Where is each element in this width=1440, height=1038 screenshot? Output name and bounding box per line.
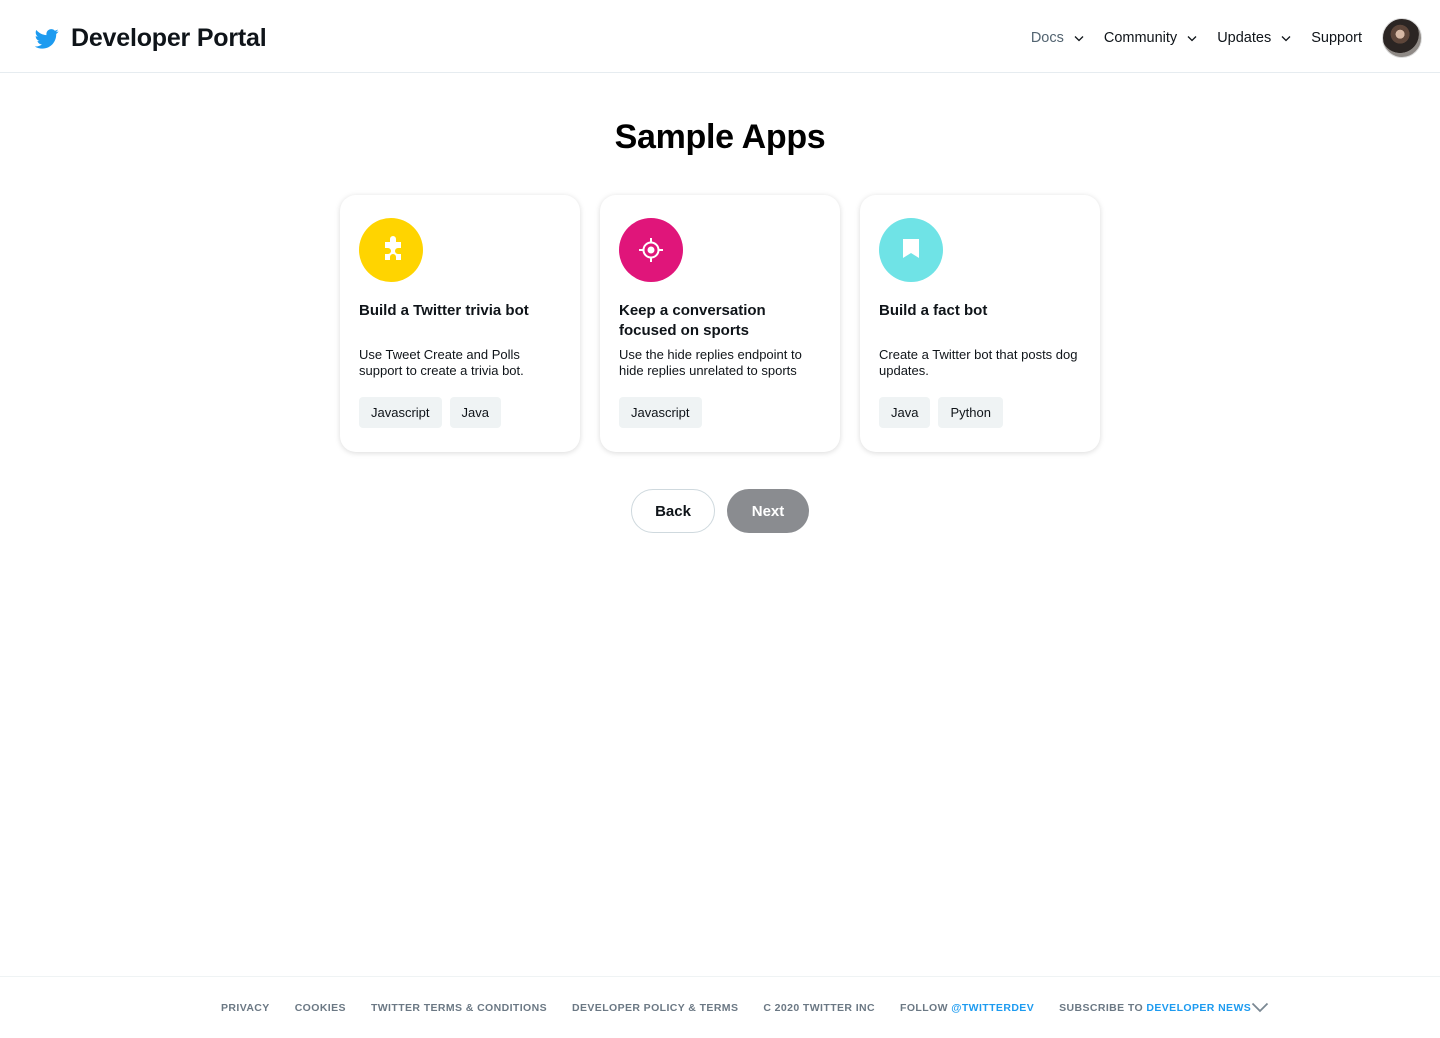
brand[interactable]: Developer Portal (35, 24, 267, 53)
nav-updates-label: Updates (1217, 30, 1272, 46)
page-title: Sample Apps (614, 118, 826, 156)
puzzle-piece-icon (359, 218, 423, 282)
nav-support[interactable]: Support (1311, 30, 1362, 46)
footer-link-privacy[interactable]: PRIVACY (221, 1002, 270, 1014)
footer-follow-handle: @TWITTERDEV (951, 1002, 1035, 1014)
chevron-down-icon (1187, 35, 1197, 41)
tag-java[interactable]: Java (879, 397, 931, 428)
twitter-bird-icon (35, 28, 59, 49)
footer-follow-label: FOLLOW (900, 1002, 952, 1014)
card-tags: Javascript (619, 397, 710, 428)
nav-updates[interactable]: Updates (1217, 30, 1291, 46)
user-avatar[interactable] (1382, 18, 1422, 58)
nav-community[interactable]: Community (1104, 30, 1197, 46)
chevron-down-icon (1074, 35, 1084, 41)
footer-copyright: C 2020 TWITTER INC (763, 1002, 875, 1014)
footer: PRIVACY COOKIES TWITTER TERMS & CONDITIO… (0, 976, 1440, 1038)
back-button[interactable]: Back (631, 489, 715, 533)
tag-javascript[interactable]: Javascript (619, 397, 702, 428)
footer-subscribe-label: SUBSCRIBE TO (1059, 1002, 1147, 1014)
footer-link-subscribe[interactable]: SUBSCRIBE TO DEVELOPER NEWS (1059, 1002, 1251, 1014)
footer-subscribe-target: DEVELOPER NEWS (1146, 1002, 1252, 1014)
card-tags: Javascript Java (359, 397, 509, 428)
tag-python[interactable]: Python (938, 397, 1003, 428)
sample-app-card-fact-bot[interactable]: Build a fact bot Create a Twitter bot th… (860, 195, 1100, 452)
nav-support-label: Support (1311, 30, 1362, 46)
card-description: Use Tweet Create and Polls support to cr… (359, 347, 524, 378)
top-nav: Docs Community Updates Support (1031, 18, 1422, 58)
sample-app-card-sports-conversation[interactable]: Keep a conversation focused on sports Us… (600, 195, 840, 452)
brand-title: Developer Portal (71, 24, 267, 52)
target-icon (619, 218, 683, 282)
card-title: Build a Twitter trivia bot (359, 302, 529, 319)
card-title: Keep a conversation focused on sports (619, 302, 766, 339)
nav-community-label: Community (1103, 30, 1178, 46)
footer-link-terms[interactable]: TWITTER TERMS & CONDITIONS (371, 1002, 547, 1014)
next-button[interactable]: Next (727, 489, 809, 533)
chevron-down-icon[interactable] (1251, 1002, 1269, 1013)
footer-link-cookies[interactable]: COOKIES (295, 1002, 346, 1014)
footer-link-developer-policy[interactable]: DEVELOPER POLICY & TERMS (572, 1002, 738, 1014)
tag-java[interactable]: Java (449, 397, 501, 428)
sample-app-cards: Build a Twitter trivia bot Use Tweet Cre… (340, 195, 1100, 452)
wizard-buttons: Back Next (631, 489, 809, 533)
tag-javascript[interactable]: Javascript (359, 397, 442, 428)
nav-docs-label: Docs (1030, 30, 1064, 46)
bookmark-icon (879, 218, 943, 282)
card-title: Build a fact bot (879, 302, 988, 319)
card-tags: Java Python (879, 397, 1011, 428)
nav-docs[interactable]: Docs (1031, 30, 1084, 46)
card-description: Create a Twitter bot that posts dog upda… (879, 347, 1078, 378)
top-header: Developer Portal Docs Community Updates … (0, 0, 1440, 73)
card-description: Use the hide replies endpoint to hide re… (619, 347, 802, 378)
chevron-down-icon (1281, 35, 1291, 41)
footer-link-follow[interactable]: FOLLOW @TWITTERDEV (900, 1002, 1034, 1014)
footer-links: PRIVACY COOKIES TWITTER TERMS & CONDITIO… (221, 1002, 1276, 1014)
sample-app-card-trivia-bot[interactable]: Build a Twitter trivia bot Use Tweet Cre… (340, 195, 580, 452)
